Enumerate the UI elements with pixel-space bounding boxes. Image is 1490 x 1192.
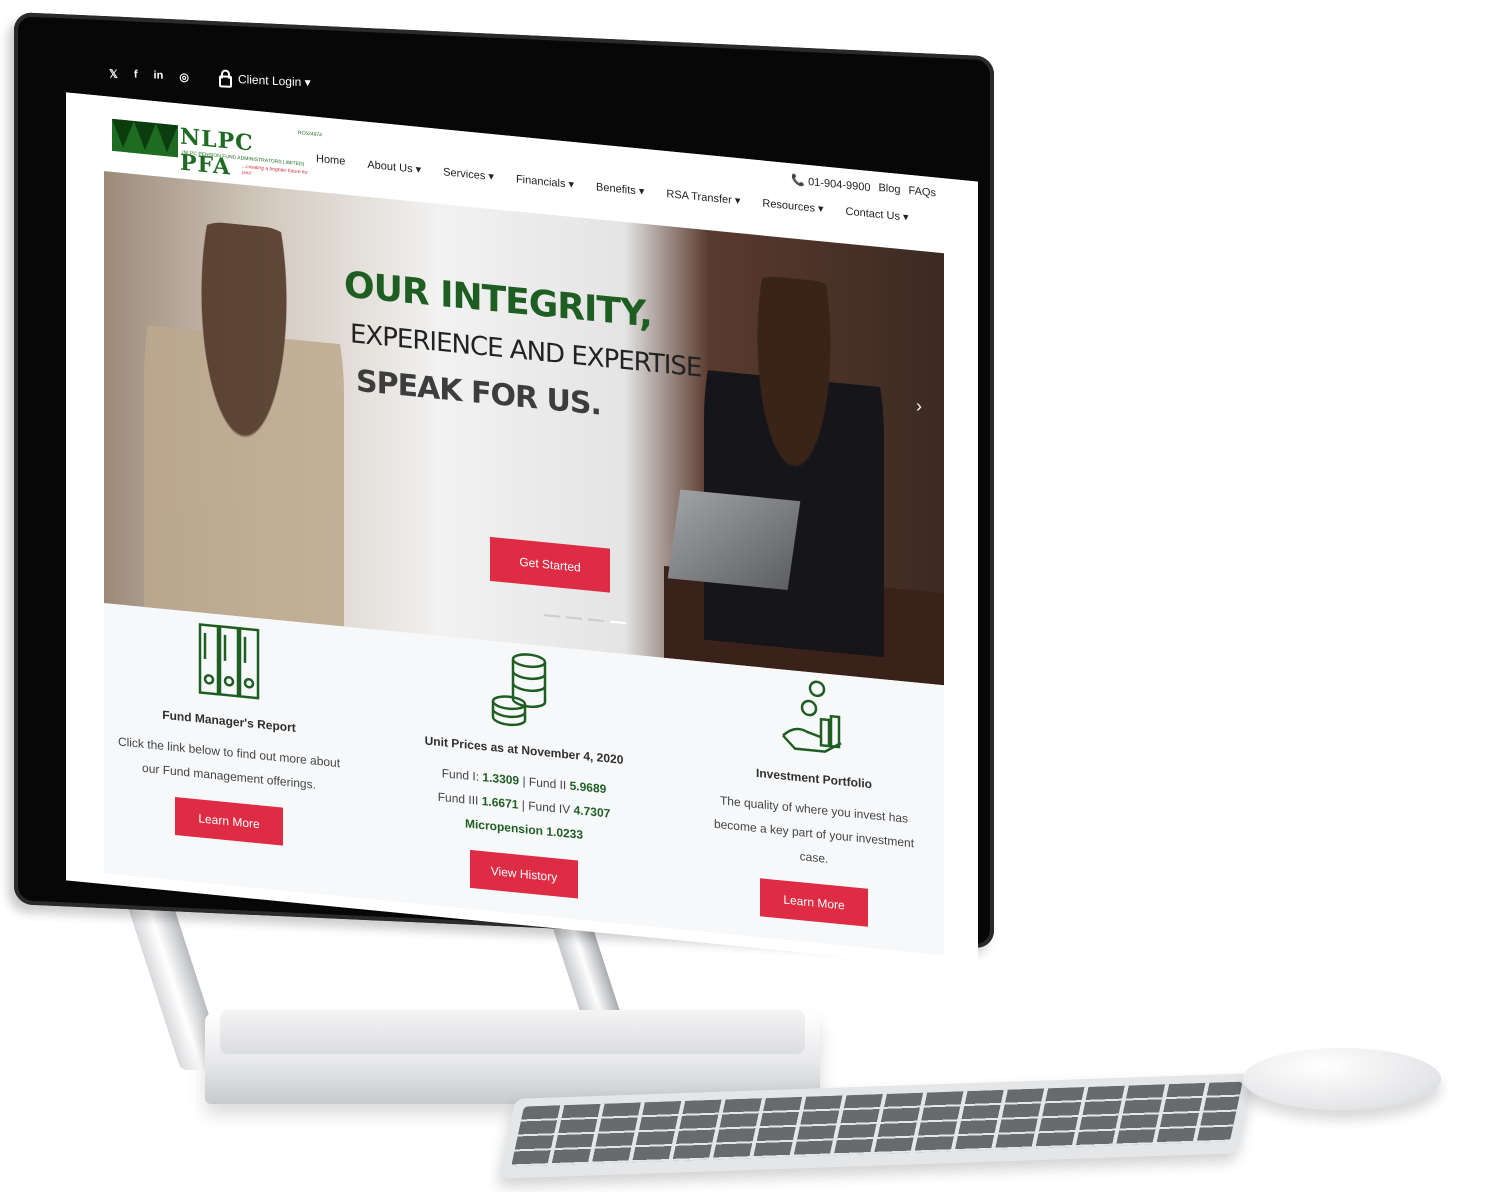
nav-benefits[interactable]: Benefits ▾ <box>596 180 644 198</box>
blog-link[interactable]: Blog <box>878 182 900 197</box>
lock-icon <box>218 75 232 88</box>
fund3-label: Fund III <box>437 789 479 808</box>
slider-next-icon[interactable]: › <box>916 396 922 418</box>
micropension-label: Micropension <box>464 816 543 839</box>
keyboard-keys <box>511 1081 1243 1167</box>
binders-icon <box>198 623 260 700</box>
unit-prices-card: Unit Prices as at November 4, 2020 Fund … <box>399 638 649 905</box>
monitor: 𝕏 f in ◎ Client Login ▾ NLPC PFA (NLPC P… <box>14 12 994 970</box>
client-login-label: Client Login ▾ <box>237 72 311 90</box>
fund1-label: Fund I: <box>441 766 480 784</box>
nav-rsa-transfer[interactable]: RSA Transfer ▾ <box>666 187 740 207</box>
fund-report-card: Fund Manager's Report Click the link bel… <box>104 609 354 852</box>
coin-stack-icon <box>491 653 547 727</box>
nav-financials[interactable]: Financials ▾ <box>516 172 574 191</box>
browser-screen: NLPC PFA (NLPC PENSION FUND ADMINISTRATO… <box>66 92 978 970</box>
top-bar: 𝕏 f in ◎ Client Login ▾ <box>109 64 311 91</box>
fund2-label: | Fund II <box>522 774 567 793</box>
fund-report-learn-more-button[interactable]: Learn More <box>175 797 283 846</box>
nav-about-us[interactable]: About Us ▾ <box>367 158 421 176</box>
phone-link[interactable]: 📞 01-904-9900 <box>791 173 870 194</box>
portfolio-text: The quality of where you invest has beco… <box>713 793 915 866</box>
client-login-menu[interactable]: Client Login ▾ <box>218 69 311 91</box>
twitter-icon[interactable]: 𝕏 <box>109 67 118 80</box>
nav-resources[interactable]: Resources ▾ <box>762 196 823 215</box>
hero-photo-laptop <box>667 489 801 590</box>
hero-slider: OUR INTEGRITY, EXPERIENCE AND EXPERTISE … <box>104 171 944 686</box>
slider-dot[interactable] <box>588 618 604 622</box>
faqs-link[interactable]: FAQs <box>908 185 936 201</box>
hand-coins-icon <box>782 680 842 753</box>
fund1-price: 1.3309 <box>482 770 520 788</box>
fund4-label: | Fund IV <box>521 797 571 817</box>
hero-photo-man <box>144 214 344 635</box>
get-started-button[interactable]: Get Started <box>490 536 610 593</box>
fund4-price: 4.7307 <box>573 803 611 821</box>
nav-contact-us[interactable]: Contact Us ▾ <box>846 205 909 224</box>
fund2-price: 5.9689 <box>569 778 607 797</box>
monitor-base-top <box>220 1010 805 1054</box>
header-contact-links: 📞 01-904-9900 Blog FAQs <box>791 173 936 200</box>
site-logo[interactable]: NLPC PFA (NLPC PENSION FUND ADMINISTRATO… <box>112 115 322 180</box>
micropension-price: 1.0233 <box>546 824 584 842</box>
logo-mark-icon <box>112 118 178 158</box>
mouse <box>1243 1048 1441 1110</box>
slider-dots <box>544 614 626 625</box>
fund3-price: 1.6671 <box>481 794 519 812</box>
slider-dot[interactable] <box>610 620 626 625</box>
fund-report-text: Click the link below to find out more ab… <box>117 734 341 792</box>
nav-home[interactable]: Home <box>316 153 345 169</box>
investment-portfolio-card: Investment Portfolio The quality of wher… <box>689 666 939 933</box>
linkedin-icon[interactable]: in <box>154 69 164 81</box>
hero-photo-woman <box>704 269 884 658</box>
slider-dot[interactable] <box>544 614 560 618</box>
instagram-icon[interactable]: ◎ <box>179 70 189 83</box>
facebook-icon[interactable]: f <box>134 68 138 80</box>
nav-services[interactable]: Services ▾ <box>443 165 494 183</box>
view-history-button[interactable]: View History <box>470 849 578 899</box>
hero-tagline: SPEAK FOR US. <box>356 363 601 423</box>
slider-dot[interactable] <box>566 616 582 620</box>
portfolio-learn-more-button[interactable]: Learn More <box>760 878 868 927</box>
